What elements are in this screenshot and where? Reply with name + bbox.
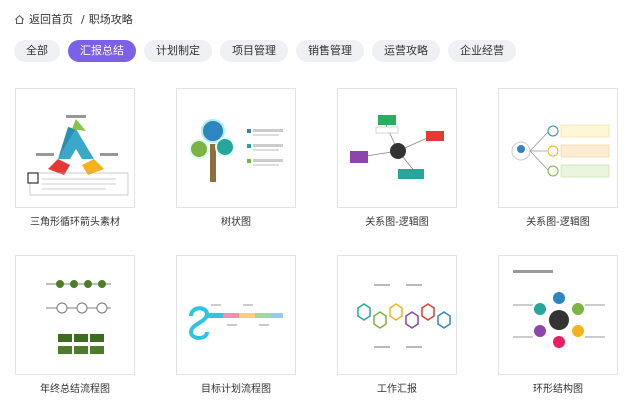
breadcrumb-current: 职场攻略	[88, 13, 133, 26]
template-title: 关系图-逻辑图	[526, 217, 590, 228]
template-title: 三角形循环箭头素材	[30, 217, 120, 228]
template-thumbnail[interactable]	[176, 255, 296, 375]
template-card[interactable]: 工作汇报	[337, 255, 457, 395]
home-icon	[15, 14, 24, 24]
template-title: 目标计划流程图	[201, 384, 271, 395]
triangle-cycle-thumbnail	[27, 115, 129, 196]
template-thumbnail[interactable]	[15, 88, 135, 208]
template-thumbnail[interactable]	[337, 88, 457, 208]
home-link[interactable]: 返回首页	[14, 11, 73, 27]
template-card[interactable]: 三角形循环箭头素材	[15, 88, 135, 228]
template-title: 关系图-逻辑图	[365, 217, 429, 228]
template-thumbnail[interactable]	[15, 255, 135, 375]
tab-operations[interactable]: 运营攻略	[372, 40, 440, 62]
goal-flow-thumbnail	[188, 304, 283, 340]
tab-planning[interactable]: 计划制定	[144, 40, 212, 62]
relation-map-thumbnail	[350, 115, 444, 179]
template-thumbnail[interactable]	[498, 255, 618, 375]
template-card[interactable]: 年终总结流程图	[15, 255, 135, 395]
template-title: 工作汇报	[377, 384, 417, 395]
template-card[interactable]: 目标计划流程图	[176, 255, 296, 395]
home-link-label: 返回首页	[29, 13, 73, 26]
category-tabs: 全部 汇报总结 计划制定 项目管理 销售管理 运营攻略 企业经营	[14, 40, 516, 62]
ring-structure-thumbnail	[513, 270, 605, 348]
template-thumbnail[interactable]	[337, 255, 457, 375]
tab-all[interactable]: 全部	[14, 40, 60, 62]
template-card[interactable]: 环形结构图	[498, 255, 618, 395]
year-end-flow-thumbnail	[46, 280, 111, 354]
template-thumbnail[interactable]	[176, 88, 296, 208]
template-title: 树状图	[221, 217, 251, 228]
hexagons-thumbnail	[357, 284, 451, 348]
tab-project-management[interactable]: 项目管理	[220, 40, 288, 62]
template-card[interactable]: 树状图	[176, 88, 296, 228]
tab-report-summary[interactable]: 汇报总结	[68, 40, 136, 62]
template-card[interactable]: 关系图-逻辑图	[337, 88, 457, 228]
breadcrumb-separator: /	[81, 12, 85, 26]
logo-relation-thumbnail	[511, 124, 610, 178]
template-title: 环形结构图	[533, 384, 583, 395]
template-thumbnail[interactable]	[498, 88, 618, 208]
breadcrumb: 返回首页 / 职场攻略	[14, 10, 133, 28]
template-title: 年终总结流程图	[40, 384, 110, 395]
tab-business[interactable]: 企业经营	[448, 40, 516, 62]
template-card[interactable]: 关系图-逻辑图	[498, 88, 618, 228]
tree-thumbnail	[189, 119, 283, 182]
tab-sales-management[interactable]: 销售管理	[296, 40, 364, 62]
